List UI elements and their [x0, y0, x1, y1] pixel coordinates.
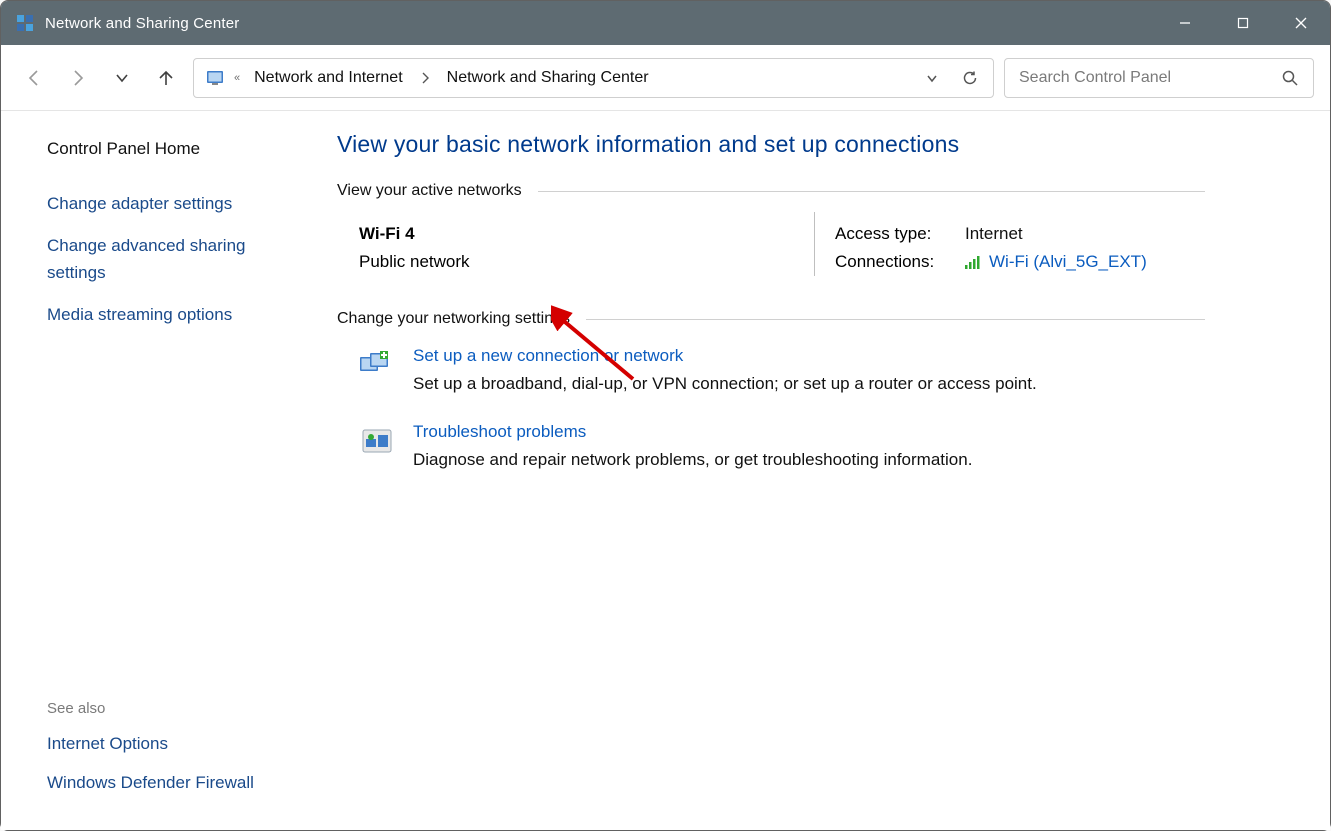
active-networks-header: View your active networks — [337, 182, 1205, 200]
troubleshoot-item: Troubleshoot problems Diagnose and repai… — [359, 422, 1205, 470]
change-settings-label: Change your networking settings — [337, 310, 570, 328]
change-settings-header: Change your networking settings — [337, 310, 1205, 328]
setup-connection-link[interactable]: Set up a new connection or network — [413, 346, 683, 365]
app-icon — [11, 14, 39, 32]
troubleshoot-desc: Diagnose and repair network problems, or… — [413, 450, 972, 470]
window-title: Network and Sharing Center — [45, 15, 239, 32]
troubleshoot-link[interactable]: Troubleshoot problems — [413, 422, 586, 441]
active-networks: Wi-Fi 4 Public network Access type: Inte… — [359, 218, 1205, 280]
maximize-button[interactable] — [1214, 1, 1272, 45]
refresh-button[interactable] — [953, 69, 987, 87]
active-networks-label: View your active networks — [337, 182, 522, 200]
minimize-button[interactable] — [1156, 1, 1214, 45]
toolbar: « Network and Internet Network and Shari… — [1, 45, 1330, 111]
network-type: Public network — [359, 252, 794, 272]
network-details: Access type: Internet Connections: Wi-Fi… — [835, 218, 1205, 280]
network-summary: Wi-Fi 4 Public network — [359, 218, 794, 280]
search-input[interactable] — [1019, 69, 1277, 87]
wifi-signal-icon — [965, 255, 983, 269]
sidebar-change-advanced-sharing[interactable]: Change advanced sharing settings — [47, 233, 273, 286]
network-name: Wi-Fi 4 — [359, 224, 794, 244]
sidebar-media-streaming-options[interactable]: Media streaming options — [47, 302, 273, 328]
sidebar-change-adapter-settings[interactable]: Change adapter settings — [47, 191, 273, 217]
sidebar-internet-options[interactable]: Internet Options — [47, 731, 273, 757]
sidebar-control-panel-home[interactable]: Control Panel Home — [47, 139, 273, 159]
breadcrumb-overflow-icon[interactable]: « — [232, 72, 242, 84]
chevron-right-icon[interactable] — [415, 72, 435, 84]
setup-connection-item: Set up a new connection or network Set u… — [359, 346, 1205, 394]
access-type-value: Internet — [965, 224, 1023, 244]
see-also-label: See also — [47, 700, 273, 717]
divider — [814, 212, 815, 276]
control-panel-icon — [204, 68, 226, 88]
address-bar[interactable]: « Network and Internet Network and Shari… — [193, 58, 994, 98]
access-type-label: Access type: — [835, 224, 965, 244]
sidebar-windows-defender-firewall[interactable]: Windows Defender Firewall — [47, 770, 273, 796]
nav-up-button[interactable] — [149, 61, 183, 95]
main-content: View your basic network information and … — [301, 111, 1330, 830]
address-dropdown-button[interactable] — [917, 71, 947, 85]
nav-forward-button[interactable] — [61, 61, 95, 95]
search-box[interactable] — [1004, 58, 1314, 98]
nav-back-button[interactable] — [17, 61, 51, 95]
troubleshoot-icon — [359, 424, 395, 460]
titlebar: Network and Sharing Center — [1, 1, 1330, 45]
divider — [538, 191, 1205, 192]
breadcrumb-parent[interactable]: Network and Internet — [248, 65, 409, 91]
setup-connection-icon — [359, 348, 395, 384]
nav-recent-button[interactable] — [105, 61, 139, 95]
connection-link[interactable]: Wi-Fi (Alvi_5G_EXT) — [989, 252, 1147, 272]
close-button[interactable] — [1272, 1, 1330, 45]
breadcrumb-current[interactable]: Network and Sharing Center — [441, 65, 655, 91]
divider — [586, 319, 1205, 320]
page-heading: View your basic network information and … — [337, 131, 1205, 158]
search-icon[interactable] — [1277, 69, 1303, 87]
setup-connection-desc: Set up a broadband, dial-up, or VPN conn… — [413, 374, 1037, 394]
sidebar: Control Panel Home Change adapter settin… — [1, 111, 301, 830]
connections-label: Connections: — [835, 252, 965, 272]
sidebar-see-also: See also Internet Options Windows Defend… — [47, 700, 273, 808]
